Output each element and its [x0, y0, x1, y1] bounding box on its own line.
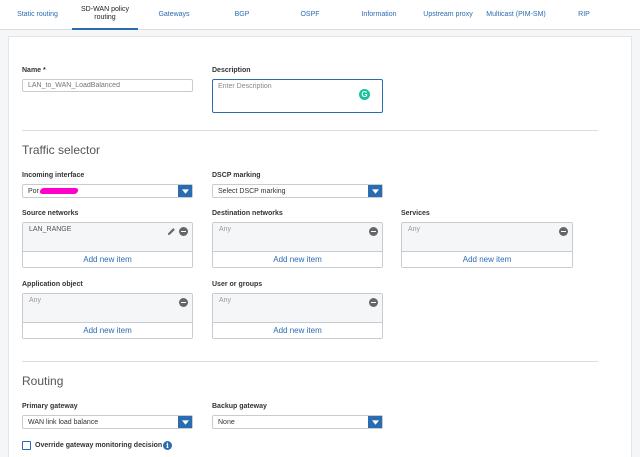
- name-label-text: Name: [22, 67, 42, 74]
- tab-label: Gateways: [158, 11, 190, 18]
- backup-gateway-select[interactable]: None: [212, 415, 383, 429]
- dscp-marking-label: DSCP marking: [212, 172, 261, 179]
- tab-ospf[interactable]: OSPF: [290, 0, 330, 30]
- remove-icon[interactable]: [559, 227, 568, 236]
- chevron-down-icon: [178, 185, 192, 197]
- tab-rip[interactable]: RIP: [566, 0, 602, 30]
- destination-networks-label: Destination networks: [212, 210, 283, 217]
- tab-label: SD-WAN policy routing: [81, 6, 129, 21]
- tab-bgp[interactable]: BGP: [222, 0, 262, 30]
- primary-gateway-select[interactable]: WAN link load balance: [22, 415, 193, 429]
- source-networks-list: LAN_RANGE Add new item: [22, 222, 193, 268]
- services-list: Any Add new item: [401, 222, 573, 268]
- dscp-marking-value: Select DSCP marking: [218, 187, 286, 195]
- policy-form-panel: Name * Description Enter Description G T…: [8, 36, 632, 457]
- destination-networks-list: Any Add new item: [212, 222, 383, 268]
- incoming-interface-select[interactable]: Por: [22, 184, 193, 198]
- description-textarea[interactable]: Enter Description: [212, 79, 383, 113]
- pencil-icon[interactable]: [167, 227, 176, 236]
- tab-upstream-proxy[interactable]: Upstream proxy: [418, 0, 478, 30]
- application-object-list: Any Add new item: [22, 293, 193, 339]
- tab-label: Multicast (PIM-SM): [486, 11, 546, 18]
- list-item-area: Any: [402, 223, 572, 251]
- user-groups-label: User or groups: [212, 281, 263, 288]
- add-new-item-link[interactable]: Add new item: [213, 252, 382, 267]
- override-monitoring-checkbox[interactable]: [22, 441, 31, 450]
- tab-label: Static routing: [17, 11, 58, 18]
- tab-label: Upstream proxy: [423, 11, 473, 18]
- chevron-down-icon: [368, 416, 382, 428]
- top-tab-bar: Static routing SD-WAN policy routing Gat…: [0, 0, 640, 30]
- remove-icon[interactable]: [179, 298, 188, 307]
- required-marker: *: [43, 67, 46, 74]
- tab-information[interactable]: Information: [352, 0, 406, 30]
- backup-gateway-value: None: [218, 418, 235, 426]
- tab-label: OSPF: [300, 11, 320, 18]
- primary-gateway-label: Primary gateway: [22, 403, 78, 410]
- divider: [22, 361, 598, 362]
- services-label: Services: [401, 210, 430, 217]
- add-new-item-link[interactable]: Add new item: [402, 252, 572, 267]
- tab-label: Information: [361, 11, 397, 18]
- description-label: Description: [212, 67, 251, 74]
- tab-label: RIP: [578, 11, 590, 18]
- add-new-item-link[interactable]: Add new item: [213, 323, 382, 338]
- add-new-item-link[interactable]: Add new item: [23, 252, 192, 267]
- routing-title: Routing: [22, 374, 64, 388]
- list-item[interactable]: Any: [408, 226, 420, 233]
- traffic-selector-title: Traffic selector: [22, 143, 101, 157]
- application-object-label: Application object: [22, 281, 83, 288]
- list-item-area: Any: [213, 294, 382, 322]
- override-monitoring-label[interactable]: Override gateway monitoring decision: [35, 442, 162, 449]
- divider: [22, 130, 598, 131]
- chevron-down-icon: [178, 416, 192, 428]
- tab-gateways[interactable]: Gateways: [148, 0, 200, 30]
- tab-multicast[interactable]: Multicast (PIM-SM): [484, 0, 548, 30]
- source-networks-label: Source networks: [22, 210, 79, 217]
- remove-icon[interactable]: [369, 227, 378, 236]
- name-input[interactable]: [22, 79, 193, 92]
- dscp-marking-select[interactable]: Select DSCP marking: [212, 184, 383, 198]
- incoming-interface-label: Incoming interface: [22, 172, 85, 179]
- grammarly-icon[interactable]: G: [359, 89, 370, 100]
- remove-icon[interactable]: [369, 298, 378, 307]
- chevron-down-icon: [368, 185, 382, 197]
- list-item-area: Any: [23, 294, 192, 322]
- add-new-item-link[interactable]: Add new item: [23, 323, 192, 338]
- list-item[interactable]: Any: [219, 226, 231, 233]
- tab-label: BGP: [234, 11, 250, 18]
- tab-sd-wan-policy-routing[interactable]: SD-WAN policy routing: [72, 0, 138, 30]
- list-item[interactable]: Any: [29, 297, 41, 304]
- info-icon[interactable]: i: [163, 441, 172, 450]
- backup-gateway-label: Backup gateway: [212, 403, 267, 410]
- primary-gateway-value: WAN link load balance: [28, 418, 99, 426]
- incoming-interface-value: Por: [28, 187, 39, 195]
- list-item-area: Any: [213, 223, 382, 251]
- name-label: Name *: [22, 67, 46, 74]
- tab-static-routing[interactable]: Static routing: [10, 0, 65, 30]
- user-groups-list: Any Add new item: [212, 293, 383, 339]
- remove-icon[interactable]: [179, 227, 188, 236]
- redaction-mark: [39, 188, 79, 194]
- list-item[interactable]: Any: [219, 297, 231, 304]
- list-item-area: LAN_RANGE: [23, 223, 192, 251]
- list-item[interactable]: LAN_RANGE: [29, 226, 71, 233]
- description-placeholder: Enter Description: [218, 83, 272, 90]
